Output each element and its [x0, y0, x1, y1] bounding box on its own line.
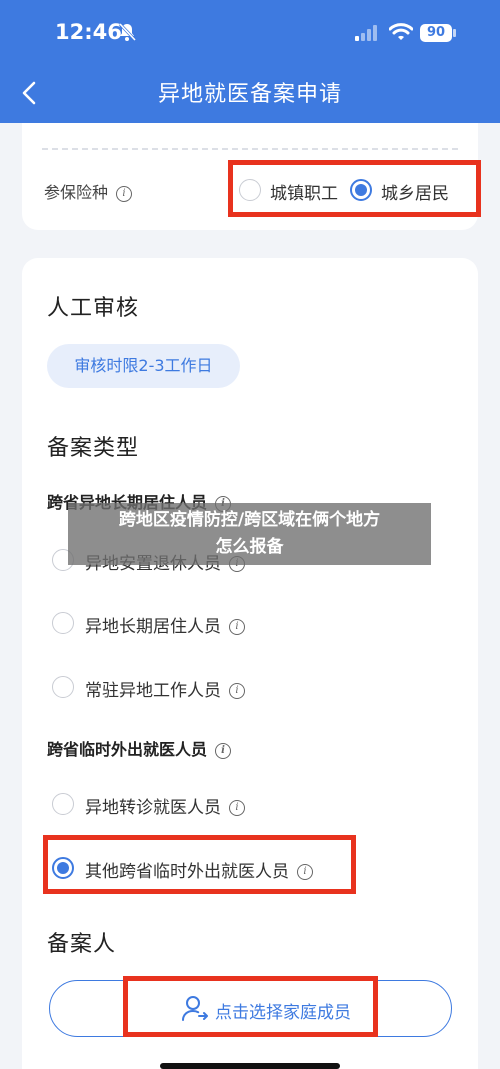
- radio-referral-patient[interactable]: [52, 793, 74, 815]
- info-icon[interactable]: i: [229, 619, 245, 635]
- page-title: 异地就医备案申请: [157, 82, 342, 107]
- battery-level: 90: [420, 24, 452, 42]
- dashed-divider: [42, 148, 458, 150]
- wifi-icon: [389, 23, 413, 40]
- status-bar: 12:46 90: [0, 0, 500, 62]
- highlight-box-select-member: [123, 976, 378, 1037]
- option-long-term-resident[interactable]: 异地长期居住人员 i: [85, 612, 245, 637]
- filing-card: 人工审核 审核时限2-3工作日 备案类型 跨省异地长期居住人员i 异地安置退休人…: [22, 258, 478, 1069]
- insurance-type-label: 参保险种 i: [44, 179, 133, 203]
- highlight-box-insurance: [228, 160, 481, 217]
- mute-bell-icon: [118, 22, 137, 42]
- filing-type-title: 备案类型: [47, 436, 140, 461]
- radio-long-term-resident[interactable]: [52, 612, 74, 634]
- filer-title: 备案人: [47, 932, 117, 957]
- info-icon[interactable]: i: [229, 683, 245, 699]
- overlay-line-1: 跨地区疫情防控/跨区域在俩个地方: [118, 510, 381, 530]
- info-icon[interactable]: i: [215, 742, 232, 759]
- option-stationed-worker[interactable]: 常驻异地工作人员 i: [85, 676, 245, 701]
- home-indicator[interactable]: [160, 1063, 340, 1069]
- title-overlay-banner: 跨地区疫情防控/跨区域在俩个地方 怎么报备: [68, 503, 431, 565]
- overlay-line-2: 怎么报备: [215, 537, 284, 557]
- highlight-box-other-temporary: [43, 835, 356, 894]
- review-time-badge: 审核时限2-3工作日: [47, 344, 240, 388]
- info-icon[interactable]: i: [116, 185, 133, 202]
- info-icon[interactable]: i: [229, 800, 245, 816]
- signal-icon: [355, 25, 377, 41]
- group-temporary-label: 跨省临时外出就医人员 i: [47, 736, 232, 760]
- status-time: 12:46: [55, 20, 122, 44]
- app-header: 12:46 90 异地就医备案申请: [0, 0, 500, 123]
- radio-stationed-worker[interactable]: [52, 676, 74, 698]
- option-referral-patient[interactable]: 异地转诊就医人员 i: [85, 793, 245, 818]
- battery-icon: 90: [420, 24, 456, 42]
- review-title: 人工审核: [47, 296, 140, 321]
